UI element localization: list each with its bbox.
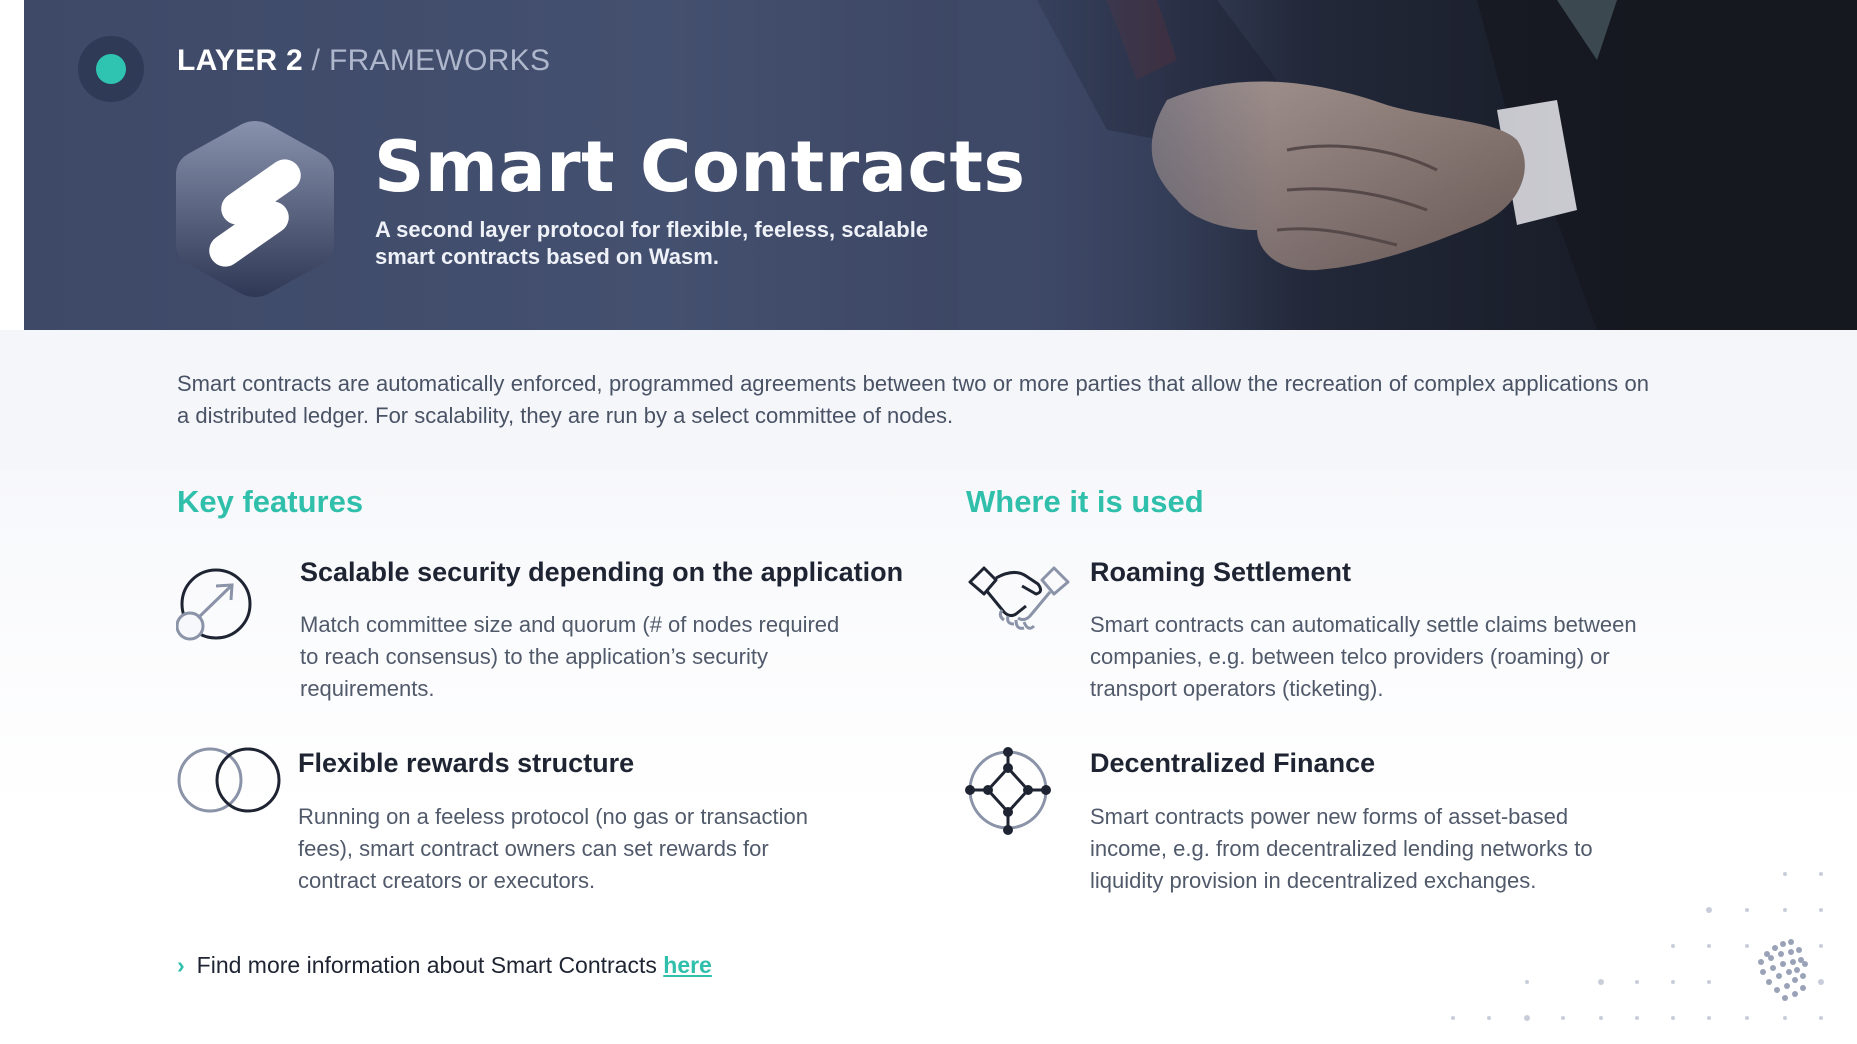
usecase-title-defi: Decentralized Finance [1090, 748, 1376, 778]
feature-desc-flexible-rewards: Running on a feeless protocol (no gas or… [298, 804, 808, 893]
scale-circle-icon [176, 568, 252, 641]
usecase-desc-roaming: Smart contracts can automatically settle… [1090, 612, 1637, 701]
handshake-photo [957, 0, 1857, 330]
where-used-heading: Where it is used [966, 484, 1204, 519]
page-subtitle: A second layer protocol for flexible, fe… [375, 217, 929, 269]
handshake-icon [968, 566, 1070, 630]
smart-contracts-logo-icon [176, 121, 334, 297]
iota-logo-icon [1758, 939, 1808, 1001]
breadcrumb-frameworks: FRAMEWORKS [328, 44, 551, 77]
left-margin [0, 0, 24, 330]
network-node-icon [965, 747, 1051, 835]
more-info-text: Find more information about Smart Contra… [196, 952, 664, 978]
usecase-title-roaming: Roaming Settlement [1090, 557, 1352, 587]
decorative-dot-pattern [1451, 872, 1824, 1021]
breadcrumb-layer: LAYER 2 [177, 44, 304, 77]
page-title: Smart Contracts [374, 126, 1026, 208]
key-features-heading: Key features [177, 484, 364, 519]
intro-paragraph: Smart contracts are automatically enforc… [177, 371, 1649, 428]
chevron-right-icon: › [177, 952, 185, 978]
breadcrumb: LAYER 2 / FRAMEWORKS [177, 44, 550, 78]
overlapping-circles-icon [177, 747, 281, 813]
brand-dot-icon [78, 36, 144, 102]
breadcrumb-separator: / [303, 44, 329, 77]
more-info-line: › Find more information about Smart Contr… [177, 952, 712, 979]
feature-desc-scalable-security: Match committee size and quorum (# of no… [300, 612, 840, 701]
more-info-link[interactable]: here [663, 952, 712, 978]
feature-title-flexible-rewards: Flexible rewards structure [298, 748, 635, 778]
feature-title-scalable-security: Scalable security depending on the appli… [300, 557, 904, 587]
